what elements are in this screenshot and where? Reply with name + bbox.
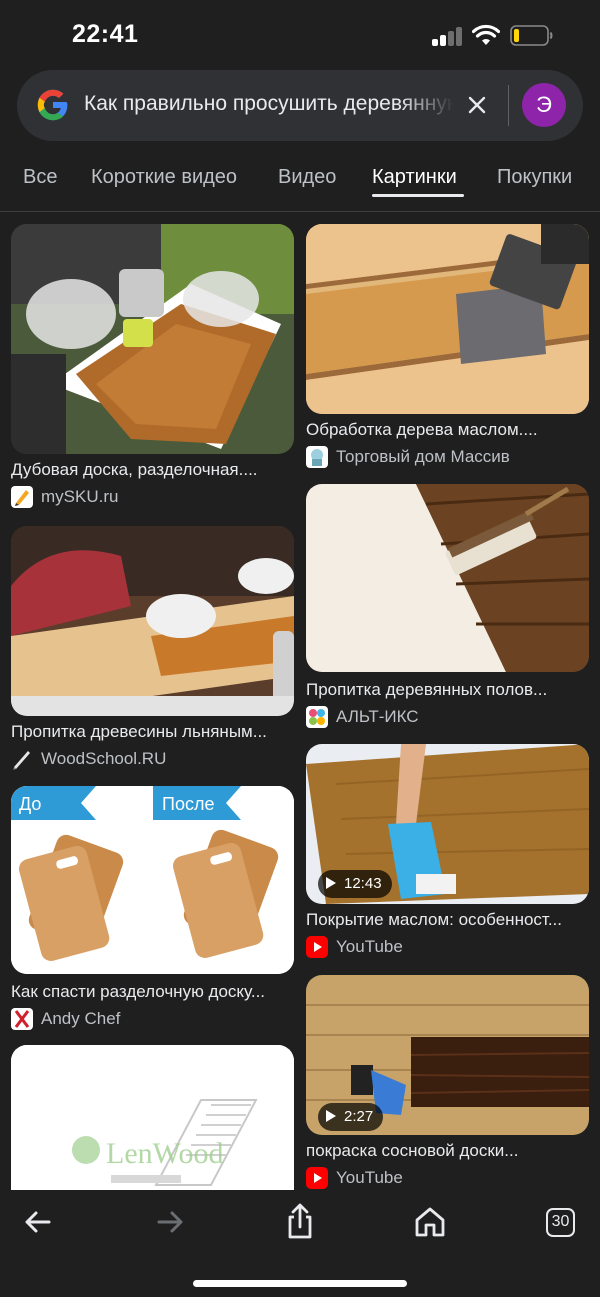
play-icon [326, 1110, 336, 1122]
result-caption[interactable]: Дубовая доска, разделочная.... [11, 460, 294, 480]
result-caption[interactable]: Пропитка древесины льняным... [11, 722, 294, 742]
play-icon [326, 877, 336, 889]
battery-icon [510, 25, 553, 46]
result-source-name: Andy Chef [41, 1009, 121, 1028]
status-bar: 22:41 [0, 0, 600, 70]
after-label: После [162, 794, 215, 814]
result-caption[interactable]: Как спасти разделочную доску... [11, 982, 294, 1002]
home-indicator[interactable] [193, 1280, 407, 1287]
woodschool-favicon-icon [11, 748, 33, 770]
result-thumbnail[interactable]: LenWood [11, 1045, 294, 1190]
image-result-5[interactable]: До После Как спасти разделочную доску...… [11, 786, 294, 1036]
back-arrow-icon[interactable] [18, 1202, 58, 1242]
tab-all[interactable]: Все [23, 166, 57, 189]
image-result-1[interactable]: Дубовая доска, разделочная.... mySKU.ru [11, 224, 294, 509]
lenwood-watermark: LenWood [106, 1137, 224, 1170]
result-thumbnail[interactable] [11, 526, 294, 716]
result-caption[interactable]: Пропитка деревянных полов... [306, 680, 589, 700]
result-caption[interactable]: Обработка дерева маслом.... [306, 420, 589, 440]
image-result-6[interactable]: 12:43 Покрытие маслом: особенност... You… [306, 744, 589, 959]
massiv-favicon-icon [306, 446, 328, 468]
home-icon[interactable] [410, 1202, 450, 1242]
clear-icon[interactable] [463, 91, 491, 119]
image-result-4[interactable]: Пропитка деревянных полов... АЛЬТ-ИКС [306, 484, 589, 729]
search-tabs: Все Короткие видео Видео Картинки Покупк… [0, 150, 600, 212]
result-thumbnail[interactable]: 2:27 [306, 975, 589, 1135]
tab-shopping[interactable]: Покупки [497, 166, 572, 189]
tab-switcher-button[interactable]: 30 [546, 1208, 575, 1237]
image-results: Дубовая доска, разделочная.... mySKU.ru … [0, 213, 600, 1190]
result-source-name: WoodSchool.RU [41, 749, 167, 768]
tab-images[interactable]: Картинки [372, 166, 457, 189]
video-duration-badge: 2:27 [318, 1103, 384, 1131]
video-duration: 2:27 [344, 1108, 374, 1125]
tab-short-videos[interactable]: Короткие видео [91, 166, 237, 189]
image-result-3[interactable]: Пропитка древесины льняным... WoodSchool… [11, 526, 294, 770]
result-source-name: mySKU.ru [41, 487, 119, 506]
search-input[interactable]: Как правильно просушить деревянную доску… [84, 92, 454, 116]
result-thumbnail[interactable] [306, 224, 589, 414]
avatar[interactable]: Э [522, 83, 566, 127]
andy-chef-favicon-icon [11, 1008, 33, 1030]
result-thumbnail[interactable] [306, 484, 589, 672]
cellular-signal-icon [432, 27, 464, 46]
forward-arrow-icon[interactable] [150, 1202, 190, 1242]
result-thumbnail[interactable] [11, 224, 294, 454]
video-duration-badge: 12:43 [318, 870, 392, 898]
result-caption[interactable]: Покрытие маслом: особенност... [306, 910, 589, 930]
video-duration: 12:43 [344, 875, 382, 892]
before-label: До [19, 794, 42, 814]
tab-videos[interactable]: Видео [278, 166, 336, 189]
active-tab-indicator [372, 194, 464, 197]
youtube-favicon-icon [306, 1167, 328, 1189]
result-source-name: Торговый дом Массив [336, 447, 510, 466]
share-icon[interactable] [280, 1202, 320, 1242]
google-logo-icon[interactable] [36, 88, 70, 122]
wifi-icon [472, 24, 500, 45]
result-caption[interactable]: покраска сосновой доски... [306, 1141, 589, 1161]
result-thumbnail[interactable]: 12:43 [306, 744, 589, 904]
image-result-8[interactable]: 2:27 покраска сосновой доски... YouTube [306, 975, 589, 1190]
search-bar[interactable]: Как правильно просушить деревянную доску… [17, 70, 583, 141]
mysku-favicon-icon [11, 486, 33, 508]
alt-iks-favicon-icon [306, 706, 328, 728]
image-result-7[interactable]: LenWood [11, 1045, 294, 1190]
result-source-name: YouTube [336, 937, 403, 956]
result-source-name: АЛЬТ-ИКС [336, 707, 419, 726]
status-time: 22:41 [72, 20, 139, 48]
result-source-name: YouTube [336, 1168, 403, 1187]
search-divider [508, 85, 509, 126]
image-result-2[interactable]: Обработка дерева маслом.... Торговый дом… [306, 224, 589, 469]
result-thumbnail[interactable]: До После [11, 786, 294, 974]
youtube-favicon-icon [306, 936, 328, 958]
browser-toolbar: 30 [0, 1190, 600, 1297]
